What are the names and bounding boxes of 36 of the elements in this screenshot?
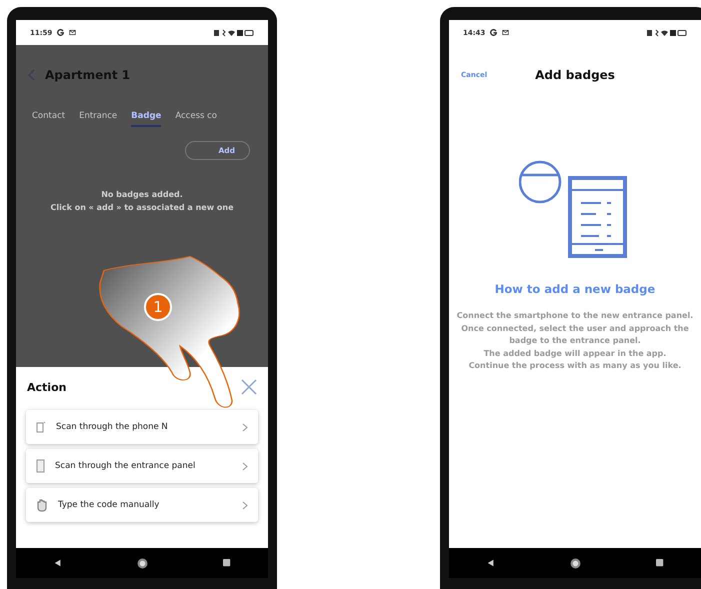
status-icons-drawing — [214, 28, 254, 36]
action-item[interactable]: Scan through the phone N — [26, 410, 258, 444]
tab[interactable]: Badge — [131, 111, 162, 127]
google-icon — [490, 29, 498, 36]
page-title: Apartment 1 — [45, 68, 130, 82]
chevron-icon — [242, 422, 248, 432]
entrance-panel-icon — [36, 459, 45, 473]
tab[interactable]: Contact — [32, 111, 66, 127]
back-icon — [486, 559, 494, 567]
sheet-title: Action — [27, 380, 66, 394]
empty-message: No badges added. — [100, 189, 184, 201]
close-icon[interactable] — [241, 379, 257, 395]
page-title: Add badges — [535, 68, 615, 82]
chevron-icon — [242, 500, 248, 510]
recent-apps-icon — [656, 559, 664, 567]
action-item[interactable]: Type the code manually — [26, 488, 258, 522]
section-heading: How to add a new badge — [494, 282, 656, 296]
mail-icon — [69, 29, 76, 36]
empty-message: Click on « add » to associated a new one — [50, 202, 234, 214]
instruction-text: Connect the smartphone to the new entrance panel. — [456, 310, 694, 322]
status-icons-drawing — [647, 28, 687, 36]
google-icon — [57, 29, 64, 36]
instruction-text: Once connected, select the user and approach the badge to the entrance panel. — [460, 322, 690, 347]
phone-icon — [36, 421, 46, 433]
instruction-text: Continue the process with as many as you like. — [468, 360, 682, 372]
hand-icon — [36, 498, 48, 512]
tab[interactable]: Access co — [175, 111, 218, 127]
home-icon — [570, 558, 580, 568]
action-item[interactable]: Scan through the entrance panel — [26, 449, 258, 483]
home-icon — [136, 558, 148, 568]
chevron-icon — [242, 462, 248, 470]
tab[interactable]: Entrance — [79, 111, 118, 127]
recent-apps-icon — [222, 559, 230, 567]
instruction-text: The added badge will appear in the app. — [482, 348, 668, 360]
mail-icon — [502, 29, 510, 36]
back-icon — [54, 559, 62, 567]
